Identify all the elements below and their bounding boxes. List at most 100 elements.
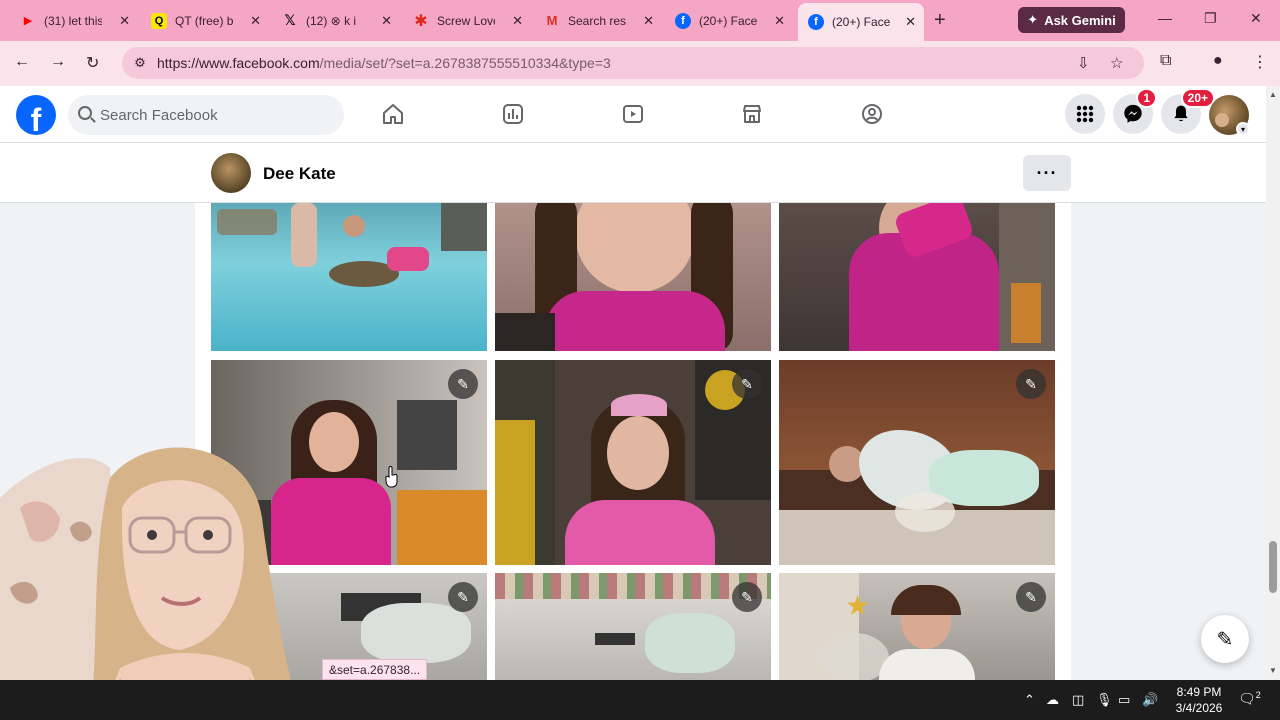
webcam-person-image <box>0 447 300 720</box>
marketplace-icon[interactable] <box>738 100 766 128</box>
feeds-icon[interactable] <box>499 100 527 128</box>
minimize-icon[interactable]: — <box>1158 10 1172 26</box>
photo-tile[interactable]: ✎ <box>495 360 771 565</box>
onedrive-icon[interactable]: ☁ <box>1046 692 1059 708</box>
hand-cursor-icon <box>385 466 398 488</box>
tab-facebook-active[interactable]: f (20+) Faceb ✕ <box>798 3 924 41</box>
edit-pencil-icon[interactable]: ✎ <box>732 582 762 612</box>
clock-time: 8:49 PM <box>1176 685 1222 699</box>
video-icon[interactable] <box>619 100 647 128</box>
tab-title: QT (free) b <box>175 13 233 28</box>
reload-icon[interactable]: ↻ <box>86 53 99 73</box>
close-tab-icon[interactable]: ✕ <box>905 14 916 30</box>
windows-taskbar: ⌃ ☁ ◫ 🎙 ▭ 🔊 8:49 PM 3/4/2026 🗨2 <box>0 680 1280 720</box>
profile-name[interactable]: Dee Kate <box>263 164 336 184</box>
gmail-icon: M <box>546 13 558 28</box>
photo-tile[interactable]: ★ ✎ <box>779 573 1055 680</box>
clock-date: 3/4/2026 <box>1175 701 1223 715</box>
ask-gemini-label: Ask Gemini <box>1044 12 1116 28</box>
edit-pencil-icon[interactable]: ✎ <box>448 369 478 399</box>
system-clock[interactable]: 8:49 PM 3/4/2026 <box>1168 684 1230 716</box>
home-icon[interactable] <box>379 100 407 128</box>
browser-menu-icon[interactable]: ⋮ <box>1252 52 1268 72</box>
youtube-icon: ▶ <box>23 15 33 27</box>
page-scrollbar[interactable]: ▲ ▼ <box>1266 86 1280 680</box>
photo-grid: ✎ ✎ ✎ ✎ ✎ ★ ✎ <box>195 203 1071 680</box>
groups-icon[interactable] <box>858 100 886 128</box>
more-options-button[interactable]: ··· <box>1023 155 1071 191</box>
facebook-logo-icon[interactable]: f <box>16 95 56 135</box>
site-info-icon[interactable]: ⚙ <box>130 53 150 73</box>
network-icon[interactable]: ▭ <box>1118 692 1130 708</box>
tab-youtube[interactable]: ▶ (31) let this ✕ <box>10 6 138 35</box>
close-window-icon[interactable]: ✕ <box>1250 10 1262 27</box>
url-text[interactable]: https://www.facebook.com/media/set/?set=… <box>157 55 611 71</box>
edit-pencil-icon[interactable]: ✎ <box>448 582 478 612</box>
profile-avatar[interactable] <box>211 153 251 193</box>
tab-title: Screw Love <box>437 13 495 28</box>
link-preview-status: &set=a.267838... <box>322 659 428 680</box>
compose-icon: ✎ <box>1216 628 1234 651</box>
edit-pencil-icon[interactable]: ✎ <box>732 369 762 399</box>
new-tab-button[interactable]: + <box>934 9 946 32</box>
messenger-badge: 1 <box>1136 88 1157 108</box>
install-app-icon[interactable]: ⇩ <box>1077 54 1090 72</box>
menu-grid-button[interactable] <box>1065 94 1105 134</box>
notifications-center-icon[interactable]: 🗨2 <box>1238 690 1261 708</box>
address-bar[interactable]: ⚙ https://www.facebook.com/media/set/?se… <box>122 47 1144 79</box>
browser-toolbar: ← → ↻ ⚙ https://www.facebook.com/media/s… <box>0 41 1280 86</box>
edit-pencil-icon[interactable]: ✎ <box>1016 369 1046 399</box>
gemini-sparkle-icon: ✦ <box>1027 12 1039 27</box>
close-tab-icon[interactable]: ✕ <box>119 13 130 29</box>
close-tab-icon[interactable]: ✕ <box>250 13 261 29</box>
scroll-up-icon[interactable]: ▲ <box>1269 90 1277 99</box>
grid-icon <box>1076 105 1094 123</box>
volume-icon[interactable]: 🔊 <box>1142 692 1158 708</box>
search-input[interactable]: Search Facebook <box>68 95 344 135</box>
microphone-icon[interactable]: 🎙 <box>1096 692 1113 708</box>
tab-gmail[interactable]: M Search resu ✕ <box>534 6 662 35</box>
photo-tile[interactable]: ✎ <box>495 573 771 680</box>
scrollbar-thumb[interactable] <box>1269 541 1277 593</box>
bookmark-star-icon[interactable]: ☆ <box>1110 54 1123 72</box>
photo-tile[interactable] <box>779 203 1055 351</box>
asterisk-icon: ✱ <box>414 12 428 30</box>
messenger-button[interactable]: 1 <box>1113 88 1157 134</box>
restore-icon[interactable]: ❐ <box>1204 10 1217 27</box>
tab-title: Search resu <box>568 13 626 28</box>
ask-gemini-button[interactable]: ✦ Ask Gemini <box>1018 7 1125 33</box>
tab-qt[interactable]: Q QT (free) b ✕ <box>141 6 269 35</box>
chevron-down-icon[interactable]: ▾ <box>1236 122 1250 136</box>
tab-title: (20+) Faceb <box>832 15 890 29</box>
edit-pencil-icon[interactable]: ✎ <box>1016 582 1046 612</box>
facebook-icon: f <box>675 12 691 29</box>
photo-tile[interactable] <box>495 203 771 351</box>
facebook-icon: f <box>808 14 824 30</box>
tab-title: (31) let this <box>44 13 102 28</box>
search-placeholder: Search Facebook <box>100 106 218 124</box>
close-tab-icon[interactable]: ✕ <box>774 13 785 29</box>
webcam-overlay <box>0 438 316 720</box>
notifications-button[interactable]: 20+ <box>1161 88 1215 134</box>
photo-tile[interactable]: ✎ <box>779 360 1055 565</box>
security-icon[interactable]: ◫ <box>1072 692 1084 708</box>
search-icon <box>78 106 92 120</box>
tab-title: (12) ⊗ k i <box>306 13 357 28</box>
tab-screw-love[interactable]: ✱ Screw Love ✕ <box>403 6 531 35</box>
tab-x[interactable]: 𝕏 (12) ⊗ k i ✕ <box>272 6 400 35</box>
scroll-down-icon[interactable]: ▼ <box>1269 666 1277 675</box>
close-tab-icon[interactable]: ✕ <box>643 13 654 29</box>
tab-strip: ▶ (31) let this ✕ Q QT (free) b ✕ 𝕏 (12)… <box>0 0 1280 41</box>
back-icon[interactable]: ← <box>14 53 30 71</box>
close-tab-icon[interactable]: ✕ <box>512 13 523 29</box>
close-tab-icon[interactable]: ✕ <box>381 13 392 29</box>
profile-icon[interactable]: ● <box>1213 52 1223 70</box>
tab-title: (20+) Faceb <box>699 13 757 28</box>
tab-facebook[interactable]: f (20+) Faceb ✕ <box>665 6 793 35</box>
qt-icon: Q <box>151 12 167 29</box>
photo-tile[interactable] <box>211 203 487 351</box>
extensions-icon[interactable]: ⧉ <box>1160 52 1171 70</box>
forward-icon[interactable]: → <box>50 53 66 71</box>
new-message-button[interactable]: ✎ <box>1201 615 1249 663</box>
chevron-up-icon[interactable]: ⌃ <box>1024 692 1035 708</box>
